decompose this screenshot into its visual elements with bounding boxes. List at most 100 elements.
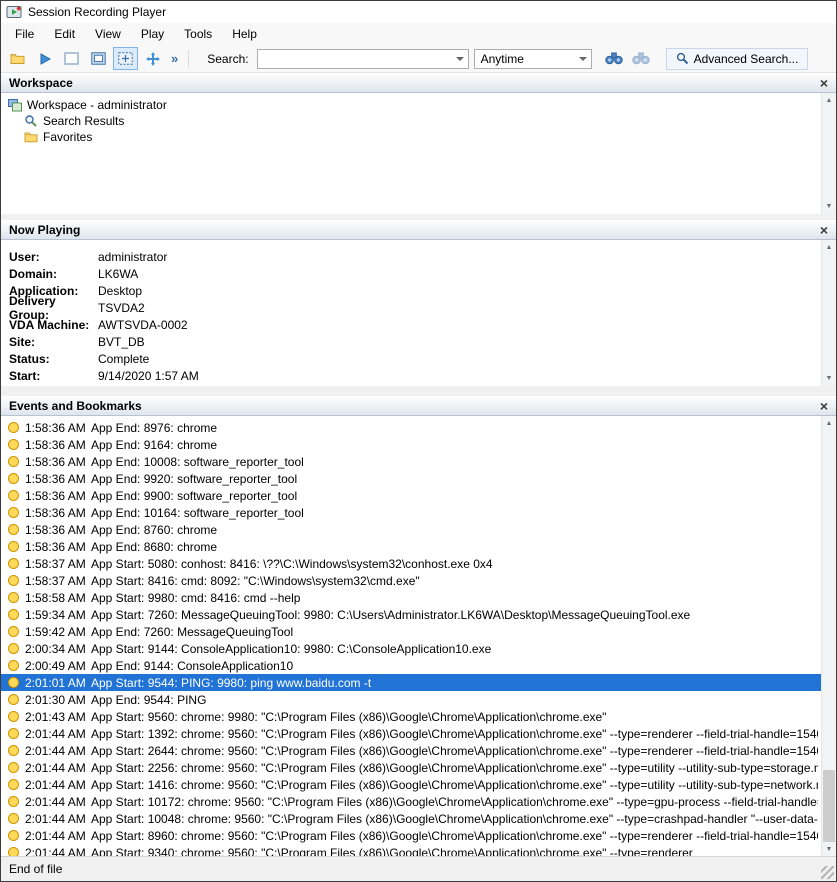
menu-item-file[interactable]: File [5, 24, 44, 44]
resize-grip[interactable] [821, 866, 834, 879]
scroll-down-icon[interactable]: ▼ [822, 371, 836, 386]
scroll-up-icon[interactable]: ▲ [822, 416, 836, 431]
event-row[interactable]: 2:01:43 AMApp Start: 9560: chrome: 9980:… [1, 708, 836, 725]
event-text: App Start: 1392: chrome: 9560: "C:\Progr… [91, 727, 818, 741]
event-bookmark-icon [8, 830, 19, 841]
field-value: administrator [98, 250, 167, 264]
time-filter-dropdown-arrow-icon[interactable] [575, 50, 591, 68]
event-row[interactable]: 1:58:36 AMApp End: 9920: software_report… [1, 470, 836, 487]
event-text: App End: 9144: ConsoleApplication10 [91, 659, 293, 673]
event-bookmark-icon [8, 456, 19, 467]
event-row[interactable]: 2:01:44 AMApp Start: 10048: chrome: 9560… [1, 810, 836, 827]
tree-item-favorites[interactable]: Favorites [1, 129, 836, 145]
pan-button[interactable] [140, 47, 165, 70]
event-bookmark-icon [8, 439, 19, 450]
search-input[interactable] [258, 50, 452, 68]
event-row[interactable]: 2:00:34 AMApp Start: 9144: ConsoleApplic… [1, 640, 836, 657]
event-bookmark-icon [8, 762, 19, 773]
field-value: AWTSVDA-0002 [98, 318, 188, 332]
event-row[interactable]: 1:58:37 AMApp Start: 5080: conhost: 8416… [1, 555, 836, 572]
menu-item-view[interactable]: View [85, 24, 131, 44]
events-scrollbar[interactable]: ▲ ▼ [821, 416, 836, 857]
search-next-button[interactable] [602, 47, 627, 70]
scroll-track[interactable] [822, 108, 836, 199]
event-row[interactable]: 2:01:44 AMApp Start: 2644: chrome: 9560:… [1, 742, 836, 759]
menu-item-edit[interactable]: Edit [44, 24, 85, 44]
menu-item-help[interactable]: Help [222, 24, 267, 44]
event-row[interactable]: 1:58:36 AMApp End: 8760: chrome [1, 521, 836, 538]
field-label: Site: [1, 335, 98, 349]
tree-item-label: Workspace - administrator [27, 98, 167, 112]
event-bookmark-icon [8, 728, 19, 739]
event-row[interactable]: 1:58:58 AMApp Start: 9980: cmd: 8416: cm… [1, 589, 836, 606]
tree-item-search-results[interactable]: Search Results [1, 113, 836, 129]
event-bookmark-icon [8, 422, 19, 433]
event-row[interactable]: 1:59:42 AMApp End: 7260: MessageQueuingT… [1, 623, 836, 640]
event-row[interactable]: 2:01:44 AMApp Start: 1392: chrome: 9560:… [1, 725, 836, 742]
tree-item-workspace-root[interactable]: Workspace - administrator [1, 97, 836, 113]
field-value: TSVDA2 [98, 301, 145, 315]
event-row[interactable]: 1:58:36 AMApp End: 8680: chrome [1, 538, 836, 555]
event-row[interactable]: 2:00:49 AMApp End: 9144: ConsoleApplicat… [1, 657, 836, 674]
scroll-thumb[interactable] [823, 770, 835, 842]
panel-splitter[interactable] [1, 386, 836, 396]
search-dropdown-arrow-icon[interactable] [452, 50, 468, 68]
event-text: App Start: 2256: chrome: 9560: "C:\Progr… [91, 761, 818, 775]
search-previous-button[interactable] [629, 47, 654, 70]
event-row[interactable]: 2:01:44 AMApp Start: 10172: chrome: 9560… [1, 793, 836, 810]
folder-icon [23, 131, 38, 143]
scroll-track[interactable] [822, 431, 836, 842]
event-time: 2:01:44 AM [25, 812, 91, 826]
magnifier-icon [676, 52, 689, 65]
field-label: Status: [1, 352, 98, 366]
event-row[interactable]: 2:01:01 AMApp Start: 9544: PING: 9980: p… [1, 674, 836, 691]
now-playing-field: Start:9/14/2020 1:57 AM [1, 367, 836, 384]
event-text: App End: 7260: MessageQueuingTool [91, 625, 293, 639]
event-row[interactable]: 2:01:30 AMApp End: 9544: PING [1, 691, 836, 708]
search-combobox[interactable] [257, 49, 469, 69]
event-row[interactable]: 1:58:37 AMApp Start: 8416: cmd: 8092: "C… [1, 572, 836, 589]
event-row[interactable]: 1:58:36 AMApp End: 10164: software_repor… [1, 504, 836, 521]
scroll-up-icon[interactable]: ▲ [822, 93, 836, 108]
time-filter-select[interactable]: Anytime [474, 49, 592, 69]
scroll-track[interactable] [822, 255, 836, 371]
more-buttons-chevron-icon[interactable]: » [167, 51, 182, 66]
event-row[interactable]: 1:58:36 AMApp End: 10008: software_repor… [1, 453, 836, 470]
event-text: App Start: 10048: chrome: 9560: "C:\Prog… [91, 812, 818, 826]
event-text: App End: 9920: software_reporter_tool [91, 472, 297, 486]
event-row[interactable]: 1:59:34 AMApp Start: 7260: MessageQueuin… [1, 606, 836, 623]
play-button[interactable] [32, 47, 57, 70]
event-row[interactable]: 2:01:44 AMApp Start: 1416: chrome: 9560:… [1, 776, 836, 793]
event-bookmark-icon [8, 592, 19, 603]
now-playing-field: Status:Complete [1, 350, 836, 367]
event-text: App Start: 8416: cmd: 8092: "C:\Windows\… [91, 574, 420, 588]
advanced-search-button[interactable]: Advanced Search... [666, 48, 809, 70]
event-row[interactable]: 1:58:36 AMApp End: 9164: chrome [1, 436, 836, 453]
now-playing-close-icon[interactable]: × [820, 223, 828, 237]
event-text: App Start: 7260: MessageQueuingTool: 998… [91, 608, 690, 622]
event-row[interactable]: 1:58:36 AMApp End: 9900: software_report… [1, 487, 836, 504]
event-row[interactable]: 2:01:44 AMApp Start: 8960: chrome: 9560:… [1, 827, 836, 844]
search-label: Search: [207, 52, 248, 66]
scroll-down-icon[interactable]: ▼ [822, 199, 836, 214]
panel-window-button[interactable] [86, 47, 111, 70]
menu-item-play[interactable]: Play [131, 24, 174, 44]
events-close-icon[interactable]: × [820, 399, 828, 413]
scale-to-fit-button[interactable] [113, 47, 138, 70]
monitor-icon [91, 52, 106, 65]
menu-item-tools[interactable]: Tools [174, 24, 222, 44]
event-bookmark-icon [8, 711, 19, 722]
fullscreen-button[interactable] [59, 47, 84, 70]
folder-open-icon [10, 52, 25, 65]
workspace-close-icon[interactable]: × [820, 76, 828, 90]
scroll-down-icon[interactable]: ▼ [822, 842, 836, 857]
now-playing-scrollbar[interactable]: ▲ ▼ [821, 240, 836, 386]
open-file-button[interactable] [5, 47, 30, 70]
event-time: 1:58:36 AM [25, 438, 91, 452]
event-time: 2:00:34 AM [25, 642, 91, 656]
scroll-up-icon[interactable]: ▲ [822, 240, 836, 255]
event-row[interactable]: 1:58:36 AMApp End: 8976: chrome [1, 419, 836, 436]
field-label: VDA Machine: [1, 318, 98, 332]
event-row[interactable]: 2:01:44 AMApp Start: 2256: chrome: 9560:… [1, 759, 836, 776]
workspace-scrollbar[interactable]: ▲ ▼ [821, 93, 836, 214]
